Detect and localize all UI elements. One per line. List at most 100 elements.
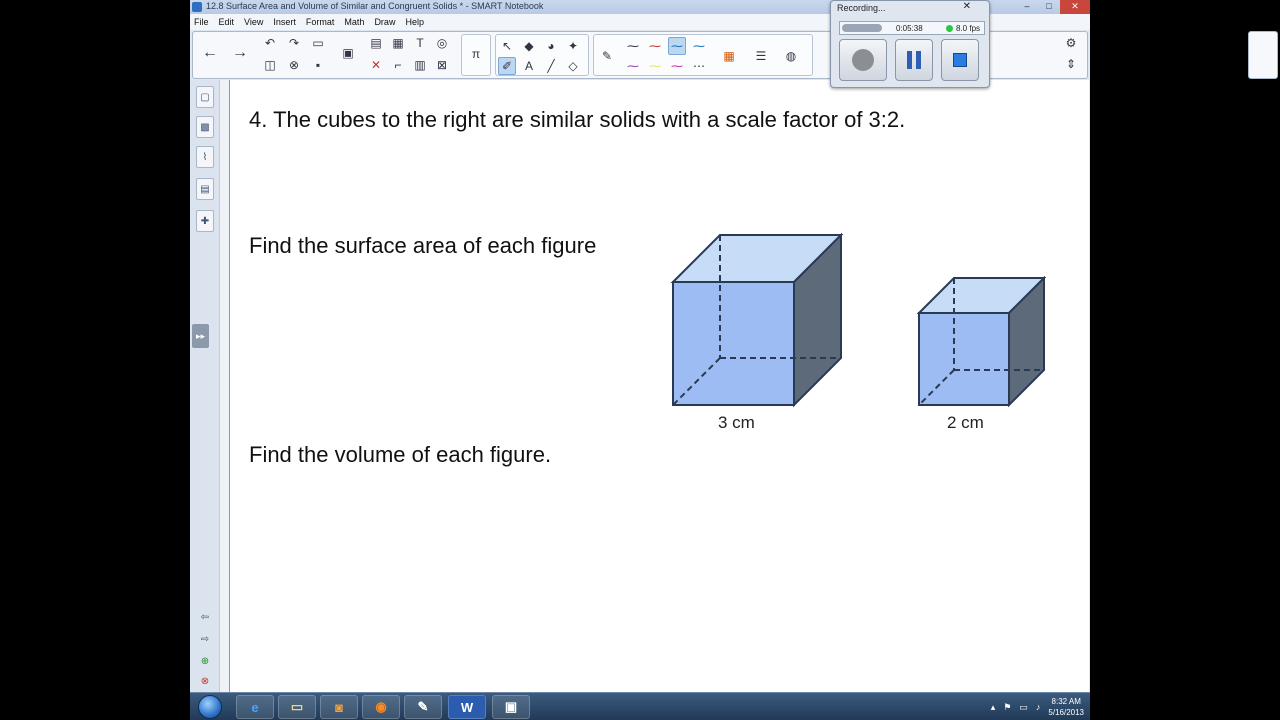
surface-area-prompt: Find the surface area of each figure <box>249 233 597 258</box>
pen-style-8-icon[interactable]: ⋯ <box>690 57 708 75</box>
shapes-icon[interactable]: ◆ <box>520 37 538 55</box>
taskbar-ie-icon[interactable]: e <box>236 695 274 719</box>
next-page-icon[interactable]: ⇨ <box>196 628 214 650</box>
stop-icon <box>953 53 967 67</box>
taskbar-recorder-icon[interactable]: ▣ <box>492 695 530 719</box>
transparency-icon[interactable]: ◍ <box>782 47 800 65</box>
clock-time: 8:32 AM <box>1051 697 1081 706</box>
taskbar-firefox-icon[interactable]: ◉ <box>362 695 400 719</box>
eraser-icon[interactable]: ◇ <box>564 57 582 75</box>
pen-style-5-icon[interactable]: ⁓ <box>624 57 642 75</box>
menu-insert[interactable]: Insert <box>273 17 296 27</box>
taskbar-explorer-icon[interactable]: ▭ <box>278 695 316 719</box>
cubes-figure <box>670 232 1047 408</box>
maximize-button[interactable]: □ <box>1038 0 1060 14</box>
delete-icon[interactable]: ✕ <box>367 56 385 74</box>
menu-math[interactable]: Math <box>344 17 364 27</box>
expand-sidebar-icon[interactable]: ▸▸ <box>192 324 209 348</box>
menu-view[interactable]: View <box>244 17 263 27</box>
move-toolbar-icon[interactable]: ⇕ <box>1062 55 1080 73</box>
pen-style-2-icon[interactable]: ⁓ <box>646 37 664 55</box>
full-screen-icon[interactable]: ⊠ <box>433 56 451 74</box>
question-text: 4. The cubes to the right are similar so… <box>249 107 906 132</box>
taskbar-outlook-icon[interactable]: ◙ <box>320 695 358 719</box>
menu-help[interactable]: Help <box>405 17 424 27</box>
start-button[interactable] <box>198 695 222 719</box>
menu-format[interactable]: Format <box>306 17 335 27</box>
insert-image-icon[interactable]: ▦ <box>389 34 407 52</box>
menu-draw[interactable]: Draw <box>374 17 395 27</box>
text-icon[interactable]: A <box>520 57 538 75</box>
record-icon <box>852 49 874 71</box>
delete-page-icon[interactable]: ⊗ <box>196 670 214 692</box>
taskbar: e ▭ ◙ ◉ ✎ W ▣ ▴ ⚑ ▭ ♪ 8:32 AM 5/16/2013 <box>190 692 1090 720</box>
sidebar-resize-handle[interactable] <box>219 80 229 692</box>
menu-edit[interactable]: Edit <box>219 17 235 27</box>
taskbar-word-icon[interactable]: W <box>448 695 486 719</box>
line-icon[interactable]: ╱ <box>542 57 560 75</box>
addons-tab-icon[interactable]: ✚ <box>196 210 214 232</box>
gallery-icon[interactable]: ◎ <box>433 34 451 52</box>
pen-style-7-icon[interactable]: ⁓ <box>668 57 686 75</box>
color-palette-icon[interactable]: ▦ <box>720 47 738 65</box>
recorder-title: Recording... <box>837 3 886 13</box>
page-delete-icon[interactable]: ⊗ <box>285 56 303 74</box>
math-pi-icon[interactable]: π <box>467 45 485 63</box>
attachments-tab-icon[interactable]: ⌇ <box>196 146 214 168</box>
magic-pen-icon[interactable]: ✦ <box>564 37 582 55</box>
add-page-icon[interactable]: ⊕ <box>196 650 214 672</box>
menu-file[interactable]: File <box>194 17 209 27</box>
tray-expand-icon[interactable]: ▴ <box>991 702 996 713</box>
clock[interactable]: 8:32 AM 5/16/2013 <box>1048 696 1084 718</box>
prev-page-icon[interactable]: ⇦ <box>196 606 214 628</box>
properties-tab-icon[interactable]: ▤ <box>196 178 214 200</box>
window-title: 12.8 Surface Area and Volume of Similar … <box>206 1 544 11</box>
save-icon[interactable]: ▪ <box>309 56 327 74</box>
table-icon[interactable]: ▥ <box>411 56 429 74</box>
recording-time: 0:05:38 <box>896 24 923 33</box>
small-cube-label: 2 cm <box>947 413 984 432</box>
forward-arrow-icon[interactable]: → <box>231 44 249 62</box>
recorder-close-button[interactable]: ✕ <box>963 1 971 12</box>
page-sorter-tab-icon[interactable]: ▢ <box>196 86 214 108</box>
tray-network-icon[interactable]: ▭ <box>1019 702 1028 713</box>
line-width-icon[interactable]: ☰ <box>752 47 770 65</box>
pen-style-4-icon[interactable]: ⁓ <box>690 37 708 55</box>
redo-icon[interactable]: ↷ <box>285 34 303 52</box>
tray-volume-icon[interactable]: ♪ <box>1036 702 1041 712</box>
screen-shade-icon[interactable]: ▣ <box>339 44 357 62</box>
pen-style-3-icon[interactable]: ⁓ <box>668 37 686 55</box>
taskbar-notebook-icon[interactable]: ✎ <box>404 695 442 719</box>
stop-button[interactable] <box>941 39 979 81</box>
recorder-status-bar: 0:05:38 8.0 fps <box>839 21 985 35</box>
recording-fps: 8.0 fps <box>956 24 981 33</box>
open-folder-icon[interactable]: ▭ <box>309 34 327 52</box>
back-arrow-icon[interactable]: ← <box>201 44 219 62</box>
gallery-tab-icon[interactable]: ▩ <box>196 116 214 138</box>
record-button[interactable] <box>839 39 887 81</box>
pen-style-6-icon[interactable]: ⁓ <box>646 57 664 75</box>
close-button[interactable]: ✕ <box>1060 0 1090 14</box>
large-cube-label: 3 cm <box>718 413 755 432</box>
screen-icon[interactable]: ⌐ <box>389 56 407 74</box>
settings-gear-icon[interactable]: ⚙ <box>1062 34 1080 52</box>
page-add-icon[interactable]: ◫ <box>261 56 279 74</box>
small-cube <box>916 275 1047 408</box>
text-tool-icon[interactable]: T <box>411 34 429 52</box>
recording-indicator-icon <box>946 25 953 32</box>
minimize-button[interactable]: – <box>1016 0 1038 14</box>
tray-flag-icon[interactable]: ⚑ <box>1003 702 1011 713</box>
paste-icon[interactable]: ▤ <box>367 34 385 52</box>
toolbar-side-panel <box>1248 31 1278 79</box>
app-icon <box>192 2 202 12</box>
large-cube <box>670 232 844 408</box>
select-pointer-icon[interactable]: ↖ <box>498 37 516 55</box>
pen-style-1-icon[interactable]: ⁓ <box>624 37 642 55</box>
fill-icon[interactable]: ◕ <box>542 37 560 55</box>
pause-button[interactable] <box>895 39 933 81</box>
system-tray: ▴ ⚑ ▭ ♪ 8:32 AM 5/16/2013 <box>991 695 1084 719</box>
undo-icon[interactable]: ↶ <box>261 34 279 52</box>
volume-slider[interactable] <box>842 24 882 32</box>
pens-icon[interactable]: ✐ <box>498 57 516 75</box>
pen-icon[interactable]: ✎ <box>598 47 616 65</box>
